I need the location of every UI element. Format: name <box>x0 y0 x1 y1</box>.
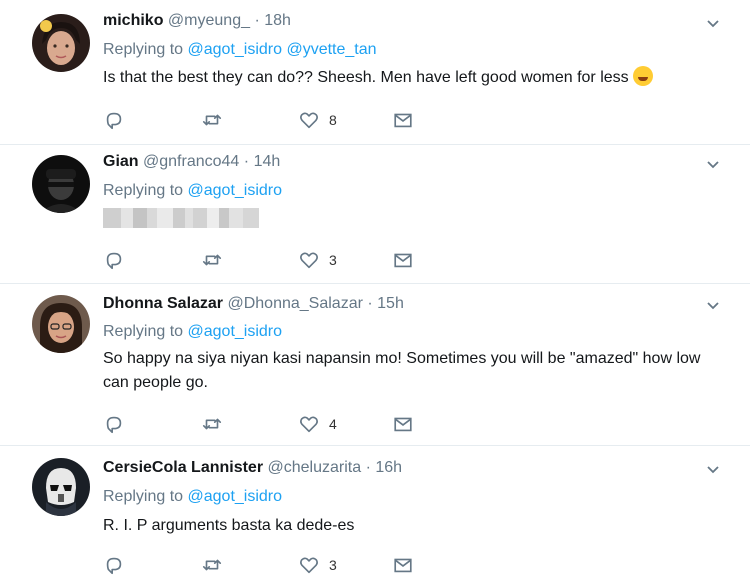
like-count: 8 <box>329 112 337 128</box>
retweet-button[interactable] <box>201 553 232 577</box>
reply-button[interactable] <box>103 553 134 577</box>
chevron-down-icon[interactable] <box>706 463 720 477</box>
reply-feed: michiko @myeung_ · 18h Replying to @agot… <box>0 0 750 587</box>
replying-to-label: Replying to <box>103 488 184 505</box>
retweet-icon <box>202 418 222 430</box>
heart-icon <box>300 557 318 574</box>
retweet-button[interactable] <box>201 412 232 436</box>
tweet-text-content: So happy na siya niyan kasi napansin mo!… <box>103 350 701 391</box>
direct-message-button[interactable] <box>392 412 414 436</box>
replying-to: Replying to @agot_isidro <box>103 323 282 341</box>
tweet-text: Is that the best they can do?? Sheesh. M… <box>103 66 723 90</box>
avatar[interactable] <box>32 458 90 516</box>
replying-to: Replying to @agot_isidro @yvette_tan <box>103 41 377 59</box>
chevron-down-icon[interactable] <box>706 299 720 313</box>
display-name[interactable]: Gian <box>103 153 139 170</box>
user-handle[interactable]: @cheluzarita <box>268 459 362 476</box>
envelope-icon <box>394 558 412 573</box>
like-button[interactable]: 8 <box>298 108 337 132</box>
separator-dot: · <box>254 12 260 29</box>
tweet-header: Dhonna Salazar @Dhonna_Salazar · 15h <box>103 295 404 313</box>
heart-icon <box>300 112 318 129</box>
replying-to: Replying to @agot_isidro <box>103 488 282 506</box>
chevron-down-icon[interactable] <box>706 158 720 172</box>
timestamp[interactable]: 18h <box>264 12 291 29</box>
heart-icon <box>300 252 318 269</box>
heart-icon <box>300 416 318 433</box>
replying-to: Replying to @agot_isidro <box>103 182 282 200</box>
replying-to-label: Replying to <box>103 41 184 58</box>
retweet-button[interactable] <box>201 108 232 132</box>
avatar[interactable] <box>32 14 90 72</box>
separator-dot: · <box>367 295 373 312</box>
envelope-icon <box>394 113 412 128</box>
reply-icon <box>106 557 122 575</box>
tweet-text: So happy na siya niyan kasi napansin mo!… <box>103 347 723 395</box>
like-button[interactable]: 4 <box>298 412 337 436</box>
separator-dot: · <box>365 459 371 476</box>
mention-link[interactable]: @agot_isidro <box>188 41 283 58</box>
blurred-content <box>103 208 259 228</box>
replying-to-label: Replying to <box>103 182 184 199</box>
mention-link[interactable]: @agot_isidro <box>188 182 283 199</box>
like-button[interactable]: 3 <box>298 248 337 272</box>
display-name[interactable]: CersieCola Lannister <box>103 459 263 476</box>
tweet-card[interactable]: CersieCola Lannister @cheluzarita · 16h … <box>0 446 750 587</box>
envelope-icon <box>394 253 412 268</box>
retweet-icon <box>202 254 222 266</box>
reply-button[interactable] <box>103 108 134 132</box>
like-count: 3 <box>329 252 337 268</box>
tweet-text: R. I. P arguments basta ka dede-es <box>103 514 723 538</box>
retweet-icon <box>202 114 222 126</box>
tweet-actions: 4 <box>103 412 443 436</box>
tweet-card[interactable]: Dhonna Salazar @Dhonna_Salazar · 15h Rep… <box>0 284 750 446</box>
mention-link[interactable]: @agot_isidro <box>188 488 283 505</box>
display-name[interactable]: Dhonna Salazar <box>103 295 223 312</box>
avatar[interactable] <box>32 155 90 213</box>
like-count: 3 <box>329 557 337 573</box>
like-button[interactable]: 3 <box>298 553 337 577</box>
like-count: 4 <box>329 416 337 432</box>
timestamp[interactable]: 16h <box>375 459 402 476</box>
tweet-header: Gian @gnfranco44 · 14h <box>103 153 280 171</box>
direct-message-button[interactable] <box>392 553 414 577</box>
reply-icon <box>106 416 122 434</box>
chevron-down-icon[interactable] <box>706 17 720 31</box>
tweet-actions: 8 <box>103 108 443 132</box>
timestamp[interactable]: 14h <box>254 153 281 170</box>
separator-dot: · <box>243 153 250 170</box>
timestamp[interactable]: 15h <box>377 295 404 312</box>
reply-icon <box>106 252 122 270</box>
face-with-tears-of-joy-icon <box>633 66 654 86</box>
mention-link[interactable]: @yvette_tan <box>286 41 376 58</box>
display-name[interactable]: michiko <box>103 12 163 29</box>
user-handle[interactable]: @myeung_ <box>168 12 250 29</box>
user-handle[interactable]: @gnfranco44 <box>143 153 239 170</box>
envelope-icon <box>394 417 412 432</box>
reply-icon <box>106 112 122 130</box>
replying-to-label: Replying to <box>103 323 184 340</box>
tweet-text-content: Is that the best they can do?? Sheesh. M… <box>103 69 629 86</box>
user-handle[interactable]: @Dhonna_Salazar <box>227 295 362 312</box>
avatar[interactable] <box>32 295 90 353</box>
mention-link[interactable]: @agot_isidro <box>188 323 283 340</box>
retweet-icon <box>202 559 222 571</box>
reply-button[interactable] <box>103 412 134 436</box>
direct-message-button[interactable] <box>392 108 414 132</box>
reply-button[interactable] <box>103 248 134 272</box>
tweet-card[interactable]: Gian @gnfranco44 · 14h Replying to @agot… <box>0 145 750 284</box>
tweet-header: CersieCola Lannister @cheluzarita · 16h <box>103 459 402 477</box>
tweet-header: michiko @myeung_ · 18h <box>103 12 291 30</box>
tweet-actions: 3 <box>103 553 443 577</box>
direct-message-button[interactable] <box>392 248 414 272</box>
tweet-text-content: R. I. P arguments basta ka dede-es <box>103 517 355 534</box>
tweet-actions: 3 <box>103 248 443 272</box>
retweet-button[interactable] <box>201 248 232 272</box>
tweet-card[interactable]: michiko @myeung_ · 18h Replying to @agot… <box>0 0 750 145</box>
